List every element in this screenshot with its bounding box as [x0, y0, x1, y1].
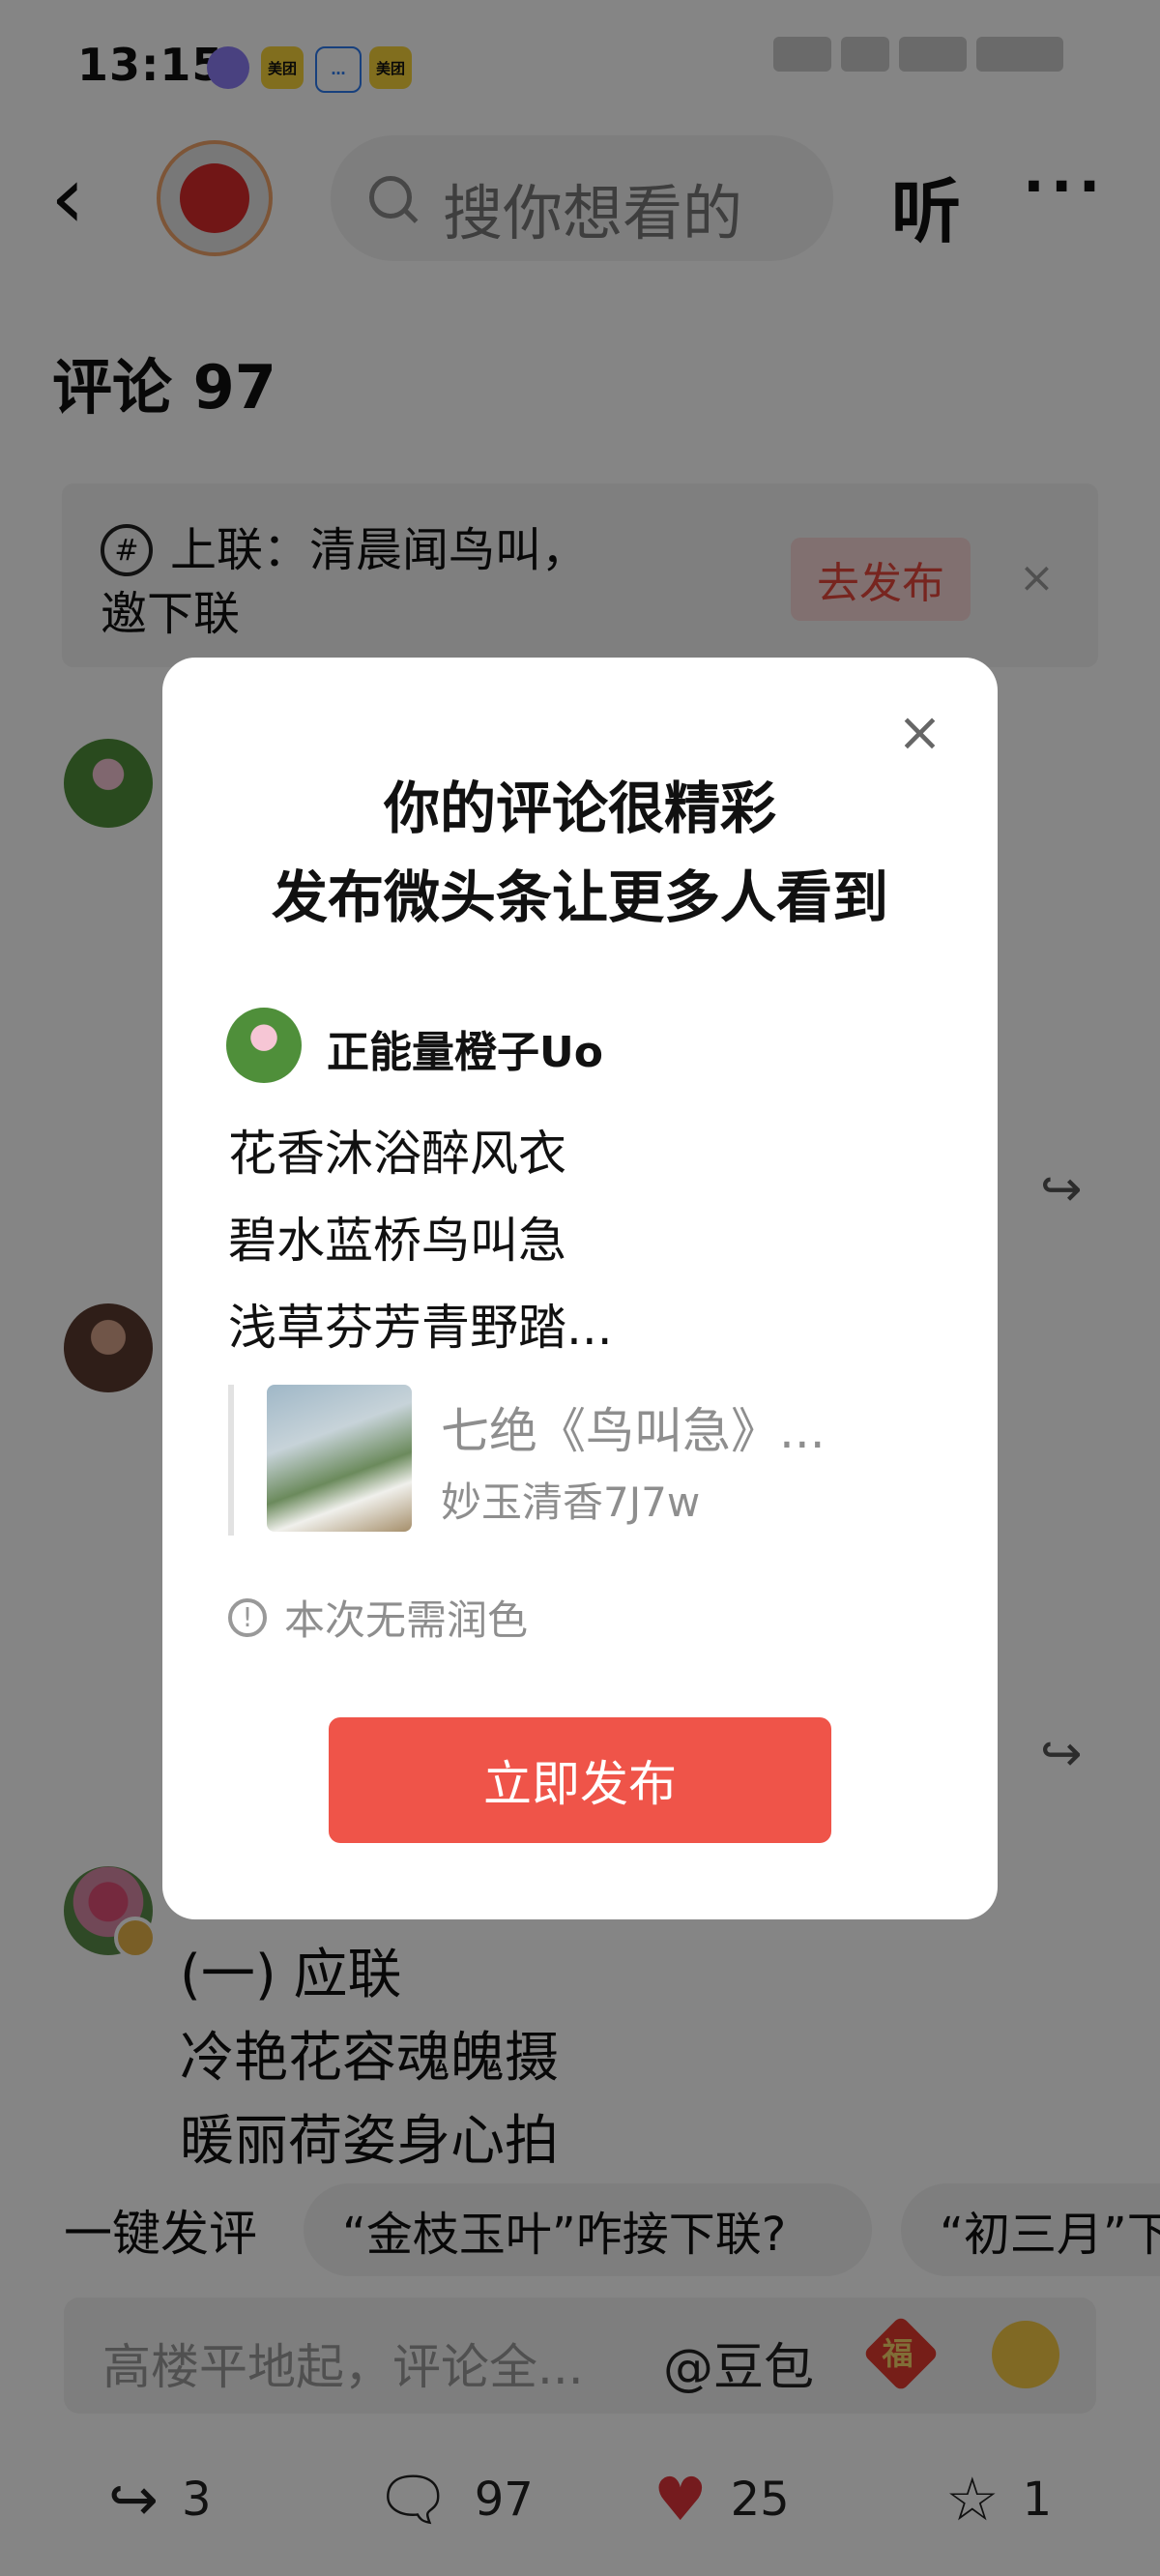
poem-line-2: 碧水蓝桥鸟叫急 — [228, 1213, 566, 1269]
author-name: 正能量橙子Uo — [327, 1028, 603, 1077]
polish-note-text: 本次无需润色 — [284, 1596, 529, 1644]
dialog-title: 你的评论很精彩 发布微头条让更多人看到 — [162, 764, 998, 942]
publish-now-button[interactable]: 立即发布 — [329, 1717, 831, 1843]
dialog-title-line-2: 发布微头条让更多人看到 — [271, 864, 888, 930]
comment-poem: 花香沐浴醉风衣 碧水蓝桥鸟叫急 浅草芬芳青野踏... — [228, 1110, 613, 1371]
author-avatar — [226, 1008, 302, 1083]
quoted-post-thumbnail — [267, 1385, 412, 1532]
info-icon: ! — [228, 1597, 267, 1637]
quoted-post-title: 七绝《鸟叫急》... — [441, 1403, 826, 1459]
poem-line-1: 花香沐浴醉风衣 — [228, 1126, 566, 1182]
polish-note: ! 本次无需润色 — [228, 1588, 528, 1647]
quoted-post-author: 妙玉清香7J7w — [441, 1478, 701, 1526]
quoted-post: 七绝《鸟叫急》... 妙玉清香7J7w — [228, 1385, 930, 1536]
dialog-title-line-1: 你的评论很精彩 — [383, 776, 776, 841]
close-icon[interactable]: × — [897, 706, 942, 760]
publish-dialog: × 你的评论很精彩 发布微头条让更多人看到 正能量橙子Uo 花香沐浴醉风衣 碧水… — [162, 658, 998, 1919]
poem-line-3: 浅草芬芳青野踏... — [228, 1300, 613, 1356]
